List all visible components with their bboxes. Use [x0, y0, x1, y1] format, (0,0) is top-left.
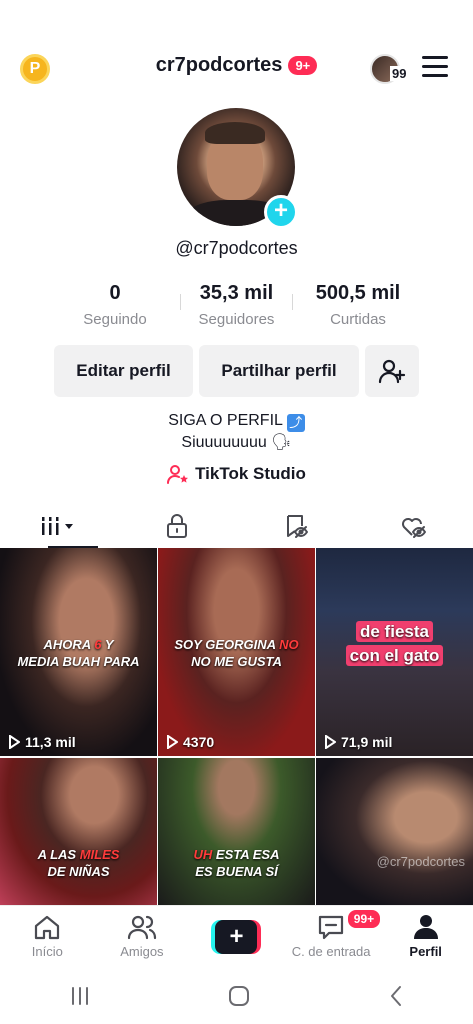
- menu-icon[interactable]: [422, 56, 448, 78]
- add-story-icon[interactable]: +: [264, 195, 298, 229]
- profile-actions: Editar perfil Partilhar perfil: [54, 345, 419, 397]
- video-thumbnail[interactable]: A LAS MILES DE NIÑAS: [0, 758, 157, 906]
- edit-profile-button[interactable]: Editar perfil: [54, 345, 193, 397]
- play-icon: [9, 735, 20, 749]
- stat-label: Curtidas: [330, 311, 386, 328]
- bio-line: Siuuuuuuuu 🗣: [181, 434, 292, 451]
- nav-home[interactable]: Início: [0, 906, 95, 967]
- bio-line: SIGA O PERFIL: [168, 412, 283, 429]
- video-grid: AHORA 6 Y MEDIA BUAH PARA 11,3 mil SOY G…: [0, 548, 473, 906]
- video-caption: A LAS MILES DE NIÑAS: [37, 847, 120, 879]
- recent-apps-icon[interactable]: [68, 985, 92, 1007]
- page-title[interactable]: cr7podcortes: [156, 54, 283, 77]
- nav-label: C. de entrada: [291, 944, 371, 959]
- home-button-icon[interactable]: [227, 984, 251, 1008]
- video-thumbnail[interactable]: SOY GEORGINA NO NO ME GUSTA 4370: [158, 548, 315, 756]
- view-count: 71,9 mil: [324, 734, 392, 750]
- video-thumbnail[interactable]: AHORA 6 Y MEDIA BUAH PARA 11,3 mil: [0, 548, 157, 756]
- create-button[interactable]: +: [211, 920, 262, 954]
- add-friend-button[interactable]: [365, 345, 419, 397]
- notification-badge: 9+: [288, 56, 318, 75]
- tab-private[interactable]: [118, 504, 236, 548]
- share-profile-button[interactable]: Partilhar perfil: [199, 345, 359, 397]
- watermark: @cr7podcortes: [376, 854, 465, 869]
- profile-tabs: [0, 504, 473, 548]
- lock-icon: [167, 514, 188, 538]
- stat-likes[interactable]: 500,5 mil Curtidas: [303, 282, 413, 328]
- tab-videos[interactable]: [0, 504, 118, 548]
- nav-label: Perfil: [409, 944, 442, 959]
- stat-label: Seguindo: [83, 311, 147, 328]
- friends-icon: [127, 915, 156, 940]
- arrow-up-icon: ⤴: [286, 414, 305, 432]
- inbox-badge: 99+: [345, 908, 383, 930]
- view-count: 4370: [166, 734, 214, 750]
- play-icon: [325, 735, 336, 749]
- nav-profile[interactable]: Perfil: [378, 906, 473, 967]
- back-icon[interactable]: [386, 984, 406, 1008]
- divider: [292, 294, 293, 310]
- studio-label: TikTok Studio: [195, 464, 306, 483]
- video-caption: UH ESTA ESA ES BUENA SÍ: [193, 847, 280, 879]
- video-caption: AHORA 6 Y MEDIA BUAH PARA: [17, 637, 140, 669]
- top-header: P cr7podcortes 9+ 99: [0, 44, 473, 90]
- bottom-navigation: Início Amigos + 99+ C. de entrada Perfil: [0, 905, 473, 967]
- plus-icon: +: [215, 920, 258, 954]
- inbox-icon: [318, 915, 344, 940]
- profile-icon: [413, 915, 438, 939]
- video-thumbnail[interactable]: @cr7podcortes: [316, 758, 473, 906]
- video-thumbnail[interactable]: de fiesta con el gato 71,9 mil: [316, 548, 473, 756]
- play-icon: [167, 735, 178, 749]
- grid-bars-icon: [42, 517, 74, 535]
- repost-hidden-icon: [286, 515, 308, 538]
- stat-value: 0: [109, 282, 121, 304]
- view-count: 11,3 mil: [8, 734, 76, 750]
- home-icon: [35, 915, 60, 940]
- studio-user-icon: [167, 465, 189, 484]
- stat-value: 500,5 mil: [315, 282, 401, 304]
- profile-handle: @cr7podcortes: [175, 238, 298, 258]
- stat-label: Seguidores: [198, 311, 275, 328]
- stat-followers[interactable]: 35,3 mil Seguidores: [182, 282, 292, 328]
- tab-reposts[interactable]: [237, 504, 355, 548]
- divider: [180, 294, 181, 310]
- nav-inbox[interactable]: 99+ C. de entrada: [284, 906, 383, 967]
- stat-following[interactable]: 0 Seguindo: [60, 282, 170, 328]
- profile-bio: SIGA O PERFIL ⤴ Siuuuuuuuu 🗣: [0, 410, 473, 454]
- account-count-badge: 99: [390, 66, 409, 81]
- nav-friends[interactable]: Amigos: [95, 906, 190, 967]
- video-thumbnail[interactable]: UH ESTA ESA ES BUENA SÍ: [158, 758, 315, 906]
- video-caption: de fiesta con el gato: [316, 620, 473, 668]
- heart-hidden-icon: [401, 518, 426, 538]
- nav-create[interactable]: +: [189, 906, 284, 967]
- tab-liked[interactable]: [355, 504, 473, 548]
- profile-stats: 0 Seguindo 35,3 mil Seguidores 500,5 mil…: [60, 282, 413, 328]
- stat-value: 35,3 mil: [199, 282, 274, 304]
- add-user-icon: [378, 359, 406, 384]
- nav-label: Início: [31, 944, 63, 959]
- video-caption: SOY GEORGINA NO NO ME GUSTA: [174, 637, 299, 669]
- system-navigation: [0, 967, 473, 1024]
- tiktok-studio-link[interactable]: TikTok Studio: [0, 464, 473, 484]
- nav-label: Amigos: [120, 944, 164, 959]
